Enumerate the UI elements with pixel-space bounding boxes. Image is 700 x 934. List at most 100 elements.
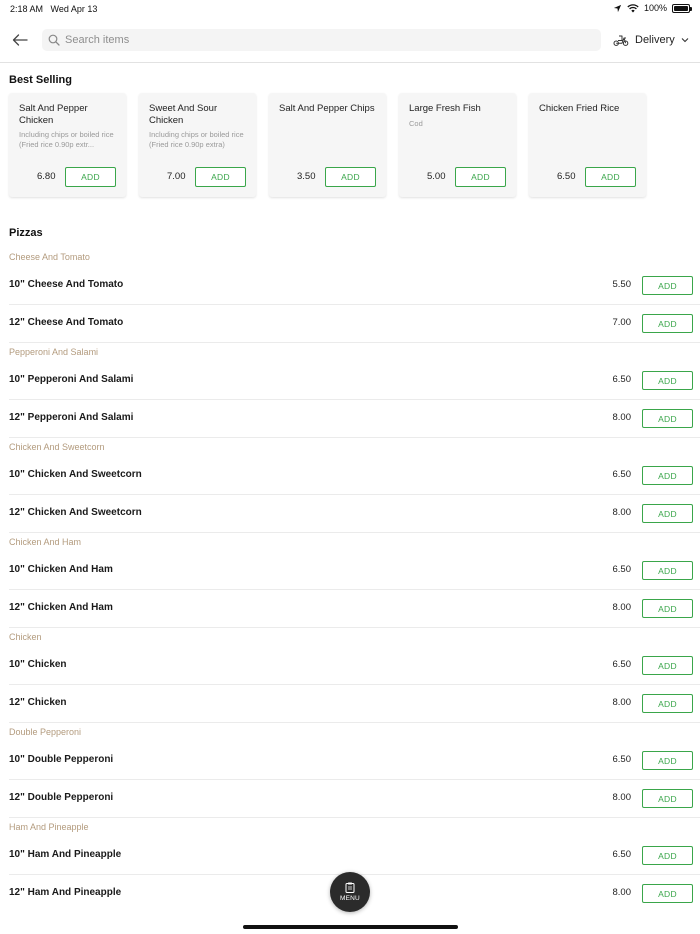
menu-button-label: MENU [340,895,360,902]
wifi-icon [627,3,639,12]
menu-item-price: 6.50 [612,849,632,860]
card-item-price: 6.80 [37,171,56,182]
add-button[interactable]: ADD [642,371,693,390]
category-label: Pepperoni And Salami [9,347,99,357]
add-button[interactable]: ADD [585,167,636,187]
status-time: 2:18 AM Wed Apr 13 [10,4,98,14]
menu-item-price: 7.00 [612,317,632,328]
menu-item-name: 10" Ham And Pineapple [9,849,122,860]
category-label: Chicken And Ham [9,537,82,547]
card-item-price: 6.50 [557,171,576,182]
delivery-selector[interactable]: Delivery [613,30,689,50]
add-button[interactable]: ADD [325,167,376,187]
best-selling-carousel[interactable]: Salt And Pepper Chicken Including chips o… [9,93,646,197]
menu-item-name: 12" Chicken [9,697,67,708]
card-item-price: 7.00 [167,171,186,182]
menu-item-row[interactable]: 12" Double Pepperoni 8.00 ADD [9,780,700,818]
add-button[interactable]: ADD [642,656,693,675]
add-button[interactable]: ADD [642,599,693,618]
menu-item-row[interactable]: 10" Double Pepperoni 6.50 ADD [9,742,700,780]
menu-item-name: 12" Ham And Pineapple [9,887,122,898]
best-selling-card[interactable]: Salt And Pepper Chips 3.50 ADD [269,93,386,197]
status-bar: 2:18 AM Wed Apr 13 100% [0,0,700,18]
back-button[interactable] [10,30,30,50]
menu-item-price: 8.00 [612,697,632,708]
delivery-label: Delivery [635,34,675,46]
menu-item-row[interactable]: 10" Pepperoni And Salami 6.50 ADD [9,362,700,400]
search-input[interactable] [65,34,565,46]
menu-item-price: 6.50 [612,469,632,480]
add-button[interactable]: ADD [642,276,693,295]
add-button[interactable]: ADD [642,789,693,808]
menu-item-row[interactable]: 12" Chicken And Sweetcorn 8.00 ADD [9,495,700,533]
add-button[interactable]: ADD [642,466,693,485]
add-button[interactable]: ADD [642,314,693,333]
menu-item-name: 10" Double Pepperoni [9,754,114,765]
search-bar[interactable] [42,29,601,51]
menu-item-price: 5.50 [612,279,632,290]
menu-item-row[interactable]: 12" Chicken And Ham 8.00 ADD [9,590,700,628]
add-button[interactable]: ADD [642,504,693,523]
add-button[interactable]: ADD [195,167,246,187]
best-selling-card[interactable]: Large Fresh Fish Cod 5.00 ADD [399,93,516,197]
card-item-description: Including chips or boiled rice (Fried ri… [149,130,244,149]
menu-item-row[interactable]: 12" Chicken 8.00 ADD [9,685,700,723]
menu-item-row[interactable]: 10" Cheese And Tomato 5.50 ADD [9,267,700,305]
best-selling-card[interactable]: Chicken Fried Rice 6.50 ADD [529,93,646,197]
add-button[interactable]: ADD [642,409,693,428]
menu-item-price: 6.50 [612,564,632,575]
back-arrow-icon [12,34,28,46]
best-selling-card[interactable]: Sweet And Sour Chicken Including chips or… [139,93,256,197]
add-button[interactable]: ADD [642,694,693,713]
menu-item-name: 10" Chicken And Sweetcorn [9,469,142,480]
card-item-description: Including chips or boiled rice (Fried ri… [19,130,114,149]
category-label: Double Pepperoni [9,727,82,737]
add-button[interactable]: ADD [65,167,116,187]
card-item-price: 3.50 [297,171,316,182]
category-label: Chicken [9,632,42,642]
add-button[interactable]: ADD [642,561,693,580]
top-bar: Delivery [0,26,700,54]
menu-item-price: 8.00 [612,507,632,518]
category-label: Cheese And Tomato [9,252,90,262]
menu-item-name: 10" Chicken And Ham [9,564,113,575]
menu-item-name: 10" Cheese And Tomato [9,279,124,290]
menu-item-row[interactable]: 12" Pepperoni And Salami 8.00 ADD [9,400,700,438]
menu-item-price: 6.50 [612,754,632,765]
menu-item-row[interactable]: 10" Ham And Pineapple 6.50 ADD [9,837,700,875]
best-selling-card[interactable]: Salt And Pepper Chicken Including chips o… [9,93,126,197]
add-button[interactable]: ADD [642,751,693,770]
menu-item-price: 8.00 [612,887,632,898]
card-item-name: Chicken Fried Rice [539,103,620,114]
card-item-name: Salt And Pepper Chips [279,103,375,114]
location-arrow-icon [613,4,622,12]
scooter-icon [613,35,629,46]
add-button[interactable]: ADD [642,846,693,865]
menu-item-name: 12" Cheese And Tomato [9,317,124,328]
home-indicator[interactable] [243,925,458,929]
menu-item-row[interactable]: 10" Chicken 6.50 ADD [9,647,700,685]
menu-item-name: 12" Pepperoni And Salami [9,412,134,423]
menu-item-row[interactable]: 12" Cheese And Tomato 7.00 ADD [9,305,700,343]
menu-button[interactable]: MENU [330,872,370,912]
add-button[interactable]: ADD [455,167,506,187]
search-icon [48,34,60,46]
header-divider [0,62,700,63]
status-icons: 100% [613,3,692,13]
menu-item-price: 8.00 [612,412,632,423]
chevron-down-icon [681,38,689,43]
menu-item-price: 8.00 [612,602,632,613]
menu-clipboard-icon [345,882,355,893]
menu-item-name: 12" Chicken And Sweetcorn [9,507,142,518]
pizzas-title: Pizzas [9,227,43,239]
menu-item-row[interactable]: 10" Chicken And Ham 6.50 ADD [9,552,700,590]
add-button[interactable]: ADD [642,884,693,903]
menu-item-price: 6.50 [612,659,632,670]
best-selling-title: Best Selling [9,74,72,86]
category-label: Ham And Pineapple [9,822,89,832]
card-item-description: Cod [409,119,423,128]
status-date: Wed Apr 13 [50,4,98,14]
menu-item-name: 10" Pepperoni And Salami [9,374,134,385]
menu-item-row[interactable]: 10" Chicken And Sweetcorn 6.50 ADD [9,457,700,495]
menu-item-price: 6.50 [612,374,632,385]
